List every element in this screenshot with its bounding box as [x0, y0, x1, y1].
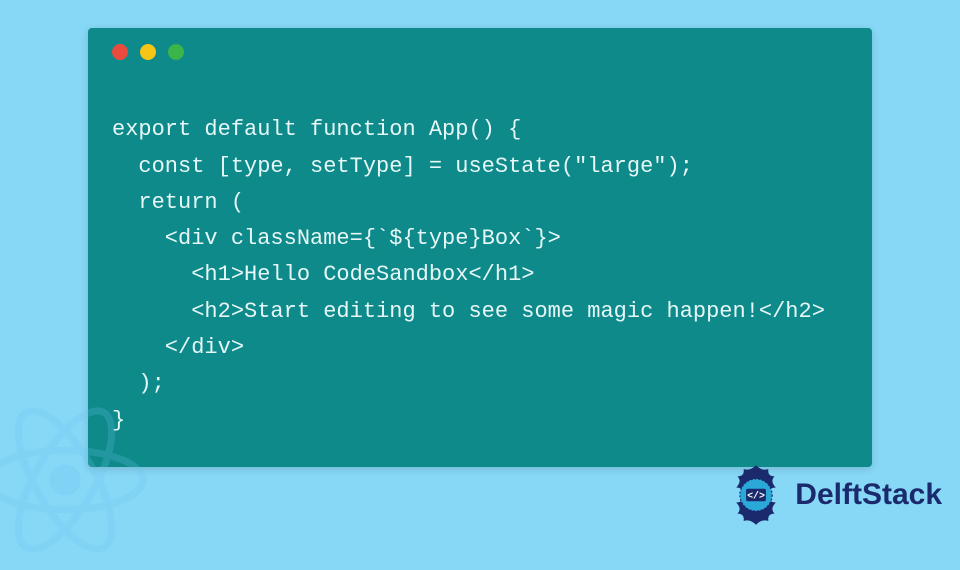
- code-line: </div>: [112, 335, 244, 360]
- react-watermark-icon: [0, 395, 150, 570]
- code-line: export default function App() {: [112, 117, 521, 142]
- minimize-icon[interactable]: [140, 44, 156, 60]
- window-titlebar: [88, 28, 872, 68]
- code-block: export default function App() { const [t…: [88, 68, 872, 439]
- code-line: <h2>Start editing to see some magic happ…: [112, 299, 825, 324]
- close-icon[interactable]: [112, 44, 128, 60]
- code-line: const [type, setType] = useState("large"…: [112, 154, 693, 179]
- code-line: return (: [112, 190, 244, 215]
- brand-badge-icon: </>: [725, 464, 787, 526]
- code-line: );: [112, 371, 165, 396]
- code-line: <div className={`${type}Box`}>: [112, 226, 561, 251]
- code-window: export default function App() { const [t…: [88, 28, 872, 467]
- maximize-icon[interactable]: [168, 44, 184, 60]
- brand-name: DelftStack: [795, 478, 942, 512]
- brand-logo: </> DelftStack: [725, 464, 942, 526]
- svg-text:</>: </>: [747, 491, 765, 502]
- code-line: <h1>Hello CodeSandbox</h1>: [112, 262, 534, 287]
